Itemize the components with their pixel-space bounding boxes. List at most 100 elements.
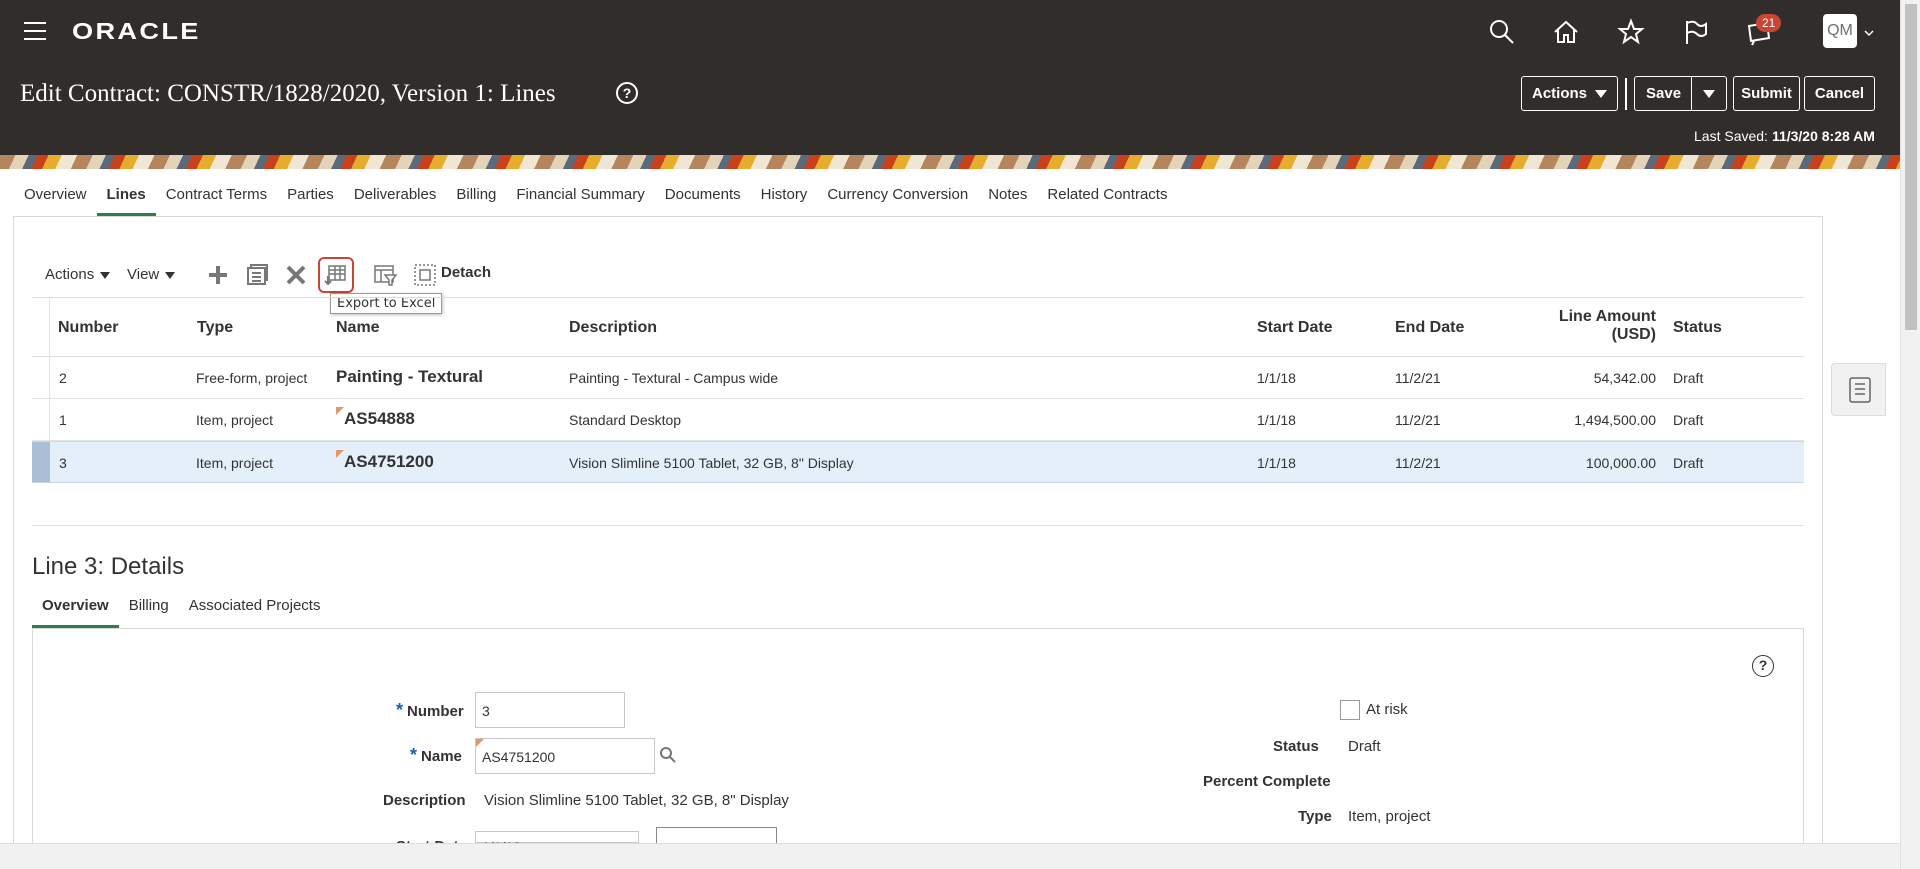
- table-row[interactable]: 2 Free-form, project Painting - Textural…: [32, 357, 1804, 399]
- line-amount-header-line1: Line Amount: [1558, 308, 1656, 325]
- save-button[interactable]: Save: [1634, 76, 1727, 111]
- duplicate-icon[interactable]: [245, 263, 269, 287]
- cell-start-date: 1/1/18: [1257, 370, 1296, 386]
- cell-end-date: 11/2/21: [1395, 370, 1441, 386]
- start-date-field[interactable]: 1/1/18: [475, 831, 639, 855]
- cell-start-date: 1/1/18: [1257, 412, 1296, 428]
- cell-end-date: 11/2/21: [1395, 455, 1441, 471]
- cell-description: Vision Slimline 5100 Tablet, 32 GB, 8" D…: [569, 455, 854, 471]
- home-icon[interactable]: [1552, 18, 1582, 48]
- tab-related-contracts[interactable]: Related Contracts: [1037, 182, 1177, 216]
- column-header-start-date[interactable]: Start Date: [1257, 319, 1333, 337]
- table-view-menu[interactable]: View: [127, 266, 176, 283]
- add-icon[interactable]: [206, 263, 230, 287]
- tab-associated-projects[interactable]: Associated Projects: [179, 597, 331, 628]
- column-header-end-date[interactable]: End Date: [1395, 319, 1464, 337]
- filter-icon[interactable]: [373, 263, 398, 287]
- tab-overview[interactable]: Overview: [14, 182, 97, 216]
- cell-type: Free-form, project: [196, 370, 308, 386]
- tab-financial-summary[interactable]: Financial Summary: [506, 182, 654, 216]
- last-saved-value: 11/3/20 8:28 AM: [1771, 128, 1875, 144]
- toolbar-separator: [1625, 78, 1627, 110]
- name-field[interactable]: AS4751200: [475, 738, 655, 774]
- header-row-selector: [32, 298, 50, 356]
- at-risk-checkbox[interactable]: [1340, 700, 1360, 720]
- help-icon[interactable]: ?: [1752, 655, 1774, 677]
- row-selector[interactable]: [32, 357, 50, 398]
- tab-notes[interactable]: Notes: [978, 182, 1037, 216]
- cell-number: 1: [59, 412, 67, 428]
- delete-icon[interactable]: [284, 263, 308, 287]
- cell-start-date: 1/1/18: [1257, 455, 1296, 471]
- table-row[interactable]: 1 Item, project AS54888 Standard Desktop…: [32, 399, 1804, 441]
- tab-details-billing[interactable]: Billing: [119, 597, 179, 628]
- help-icon[interactable]: ?: [616, 82, 638, 104]
- export-to-excel-icon[interactable]: [324, 263, 348, 287]
- last-saved-label: Last Saved:: [1694, 128, 1768, 144]
- column-header-type[interactable]: Type: [197, 319, 233, 337]
- changed-indicator-icon: [476, 739, 484, 747]
- tab-parties[interactable]: Parties: [277, 182, 344, 216]
- cell-number: 2: [59, 370, 67, 386]
- star-icon[interactable]: [1617, 18, 1647, 48]
- name-label: * Name: [410, 745, 462, 766]
- changed-indicator-icon: [336, 407, 344, 415]
- cell-end-date: 11/2/21: [1395, 412, 1441, 428]
- changed-indicator-icon: [336, 450, 344, 458]
- cell-name-link[interactable]: AS54888: [336, 407, 415, 429]
- tab-lines[interactable]: Lines: [96, 182, 156, 216]
- chevron-down-icon[interactable]: [1864, 28, 1874, 38]
- tab-deliverables[interactable]: Deliverables: [344, 182, 447, 216]
- cell-line-amount: 100,000.00: [1585, 455, 1656, 471]
- column-header-number[interactable]: Number: [58, 319, 118, 337]
- flag-icon[interactable]: [1681, 18, 1711, 48]
- description-label: Description: [383, 792, 466, 809]
- details-tabs: Overview Billing Associated Projects: [32, 597, 330, 628]
- cancel-button[interactable]: Cancel: [1804, 76, 1875, 111]
- table-view-label: View: [127, 266, 160, 283]
- table-header: Number Type Name Description Start Date …: [32, 297, 1804, 357]
- tab-details-overview[interactable]: Overview: [32, 597, 119, 628]
- detach-icon[interactable]: [413, 263, 437, 287]
- column-header-status[interactable]: Status: [1673, 319, 1722, 337]
- contract-tabs: Overview Lines Contract Terms Parties De…: [14, 182, 1177, 216]
- page-title: Edit Contract: CONSTR/1828/2020, Version…: [20, 80, 556, 107]
- column-header-line-amount[interactable]: Line Amount (USD): [1559, 308, 1656, 344]
- bottom-status-bar: [0, 843, 1900, 869]
- table-row-selected[interactable]: 3 Item, project AS4751200 Vision Slimlin…: [32, 441, 1804, 483]
- actions-menu-button[interactable]: Actions: [1521, 76, 1618, 111]
- row-selector[interactable]: [32, 399, 50, 440]
- side-panel-toggle[interactable]: [1831, 363, 1886, 416]
- details-panel: [32, 628, 1804, 869]
- vertical-scrollbar[interactable]: [1900, 0, 1920, 869]
- number-field[interactable]: 3: [475, 692, 625, 728]
- scrollbar-thumb[interactable]: [1905, 4, 1917, 330]
- cell-number: 3: [59, 455, 67, 471]
- tab-documents[interactable]: Documents: [655, 182, 751, 216]
- detach-button[interactable]: Detach: [441, 264, 491, 281]
- table-actions-menu[interactable]: Actions: [45, 266, 111, 283]
- user-avatar[interactable]: QM: [1823, 14, 1857, 48]
- cell-description: Standard Desktop: [569, 412, 682, 428]
- submit-button[interactable]: Submit: [1733, 76, 1800, 111]
- global-header: ORACLE 21 QM Edit Contract: CONSTR/1828/…: [0, 0, 1900, 155]
- cell-status: Draft: [1673, 412, 1704, 428]
- lines-table: Number Type Name Description Start Date …: [32, 297, 1804, 483]
- save-options-caret-icon[interactable]: [1703, 90, 1715, 98]
- tab-billing[interactable]: Billing: [446, 182, 506, 216]
- cell-name-link[interactable]: AS4751200: [336, 450, 434, 472]
- required-indicator: *: [410, 745, 418, 765]
- tab-currency-conversion[interactable]: Currency Conversion: [817, 182, 978, 216]
- column-header-description[interactable]: Description: [569, 319, 657, 337]
- cell-name-link[interactable]: Painting - Textural: [336, 367, 483, 387]
- number-label: * Number: [396, 700, 464, 721]
- tab-history[interactable]: History: [751, 182, 818, 216]
- search-icon[interactable]: [659, 746, 677, 764]
- column-header-name[interactable]: Name: [336, 319, 380, 337]
- last-saved: Last Saved: 11/3/20 8:28 AM: [1694, 128, 1875, 144]
- document-icon: [1849, 377, 1871, 403]
- name-field-value: AS4751200: [482, 749, 556, 765]
- tab-contract-terms[interactable]: Contract Terms: [156, 182, 277, 216]
- navigator-menu-icon[interactable]: [24, 22, 46, 40]
- search-icon[interactable]: [1488, 18, 1518, 48]
